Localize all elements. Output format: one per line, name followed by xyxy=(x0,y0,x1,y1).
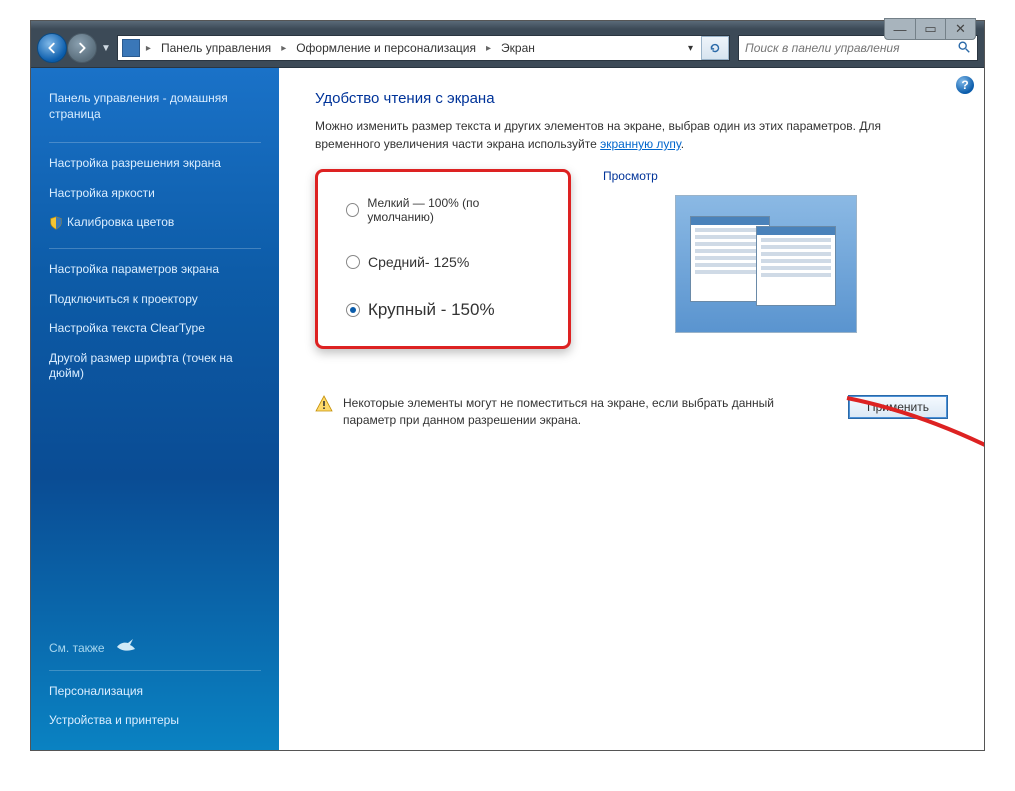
divider xyxy=(49,670,261,671)
sidebar: Панель управления - домашняя страница На… xyxy=(31,68,279,750)
radio-icon[interactable] xyxy=(346,303,360,317)
warning-text: Некоторые элементы могут не поместиться … xyxy=(343,395,838,429)
option-label: Мелкий — 100% (по умолчанию) xyxy=(367,196,540,224)
titlebar[interactable]: — ▭ ✕ xyxy=(31,21,984,29)
sidebar-home-link[interactable]: Панель управления - домашняя страница xyxy=(49,84,261,132)
option-label: Крупный - 150% xyxy=(368,300,495,320)
sidebar-item-projector[interactable]: Подключиться к проектору xyxy=(49,285,261,315)
page-title: Удобство чтения с экрана xyxy=(315,90,948,107)
magnifier-link[interactable]: экранную лупу xyxy=(600,137,681,151)
divider xyxy=(49,142,261,143)
preview-thumbnail xyxy=(675,195,857,333)
nav-history-chevron-icon[interactable]: ▼ xyxy=(97,43,113,54)
minimize-button[interactable]: — xyxy=(885,19,915,39)
window-controls: — ▭ ✕ xyxy=(884,18,976,40)
desc-text-after: . xyxy=(681,137,684,151)
help-icon[interactable]: ? xyxy=(956,76,974,94)
chevron-right-icon[interactable]: ▸ xyxy=(144,43,153,54)
breadcrumb-item[interactable]: Экран xyxy=(495,37,541,59)
sidebar-item-devices-printers[interactable]: Устройства и принтеры xyxy=(49,706,261,736)
nav-back-button[interactable] xyxy=(37,33,67,63)
search-input[interactable] xyxy=(745,41,957,55)
divider xyxy=(49,248,261,249)
sidebar-item-color-calibration[interactable]: Калибровка цветов xyxy=(49,208,261,238)
page-description: Можно изменить размер текста и других эл… xyxy=(315,117,948,153)
sidebar-item-dpi[interactable]: Другой размер шрифта (точек на дюйм) xyxy=(49,344,261,389)
maximize-button[interactable]: ▭ xyxy=(915,19,945,39)
refresh-button[interactable] xyxy=(701,36,729,60)
scale-option-large[interactable]: Крупный - 150% xyxy=(346,294,540,326)
sidebar-item-label: Калибровка цветов xyxy=(67,215,174,229)
scale-options-highlight: Мелкий — 100% (по умолчанию) Средний- 12… xyxy=(315,169,571,349)
chevron-right-icon[interactable]: ▸ xyxy=(484,43,493,54)
sidebar-item-cleartype[interactable]: Настройка текста ClearType xyxy=(49,314,261,344)
search-icon[interactable] xyxy=(957,40,971,57)
sidebar-item-resolution[interactable]: Настройка разрешения экрана xyxy=(49,149,261,179)
breadcrumb-item[interactable]: Панель управления xyxy=(155,37,277,59)
sidebar-item-personalization[interactable]: Персонализация xyxy=(49,677,261,707)
scale-option-medium[interactable]: Средний- 125% xyxy=(346,248,540,294)
nav-forward-button[interactable] xyxy=(67,33,97,63)
warning-icon xyxy=(315,395,333,413)
radio-icon[interactable] xyxy=(346,203,359,217)
see-also-label: См. также xyxy=(49,641,105,655)
breadcrumb-item[interactable]: Оформление и персонализация xyxy=(290,37,482,59)
radio-icon[interactable] xyxy=(346,255,360,269)
sidebar-item-display-settings[interactable]: Настройка параметров экрана xyxy=(49,255,261,285)
sidebar-item-brightness[interactable]: Настройка яркости xyxy=(49,179,261,209)
bird-icon xyxy=(115,637,137,660)
address-dropdown-icon[interactable]: ▾ xyxy=(682,43,699,54)
scale-option-small[interactable]: Мелкий — 100% (по умолчанию) xyxy=(346,190,540,248)
apply-button[interactable]: Применить xyxy=(848,395,948,419)
content-area: ? Удобство чтения с экрана Можно изменит… xyxy=(279,68,984,750)
option-label: Средний- 125% xyxy=(368,254,469,270)
close-button[interactable]: ✕ xyxy=(945,19,975,39)
shield-icon xyxy=(49,216,63,230)
address-bar[interactable]: ▸ Панель управления ▸ Оформление и персо… xyxy=(117,35,730,61)
breadcrumb: ▸ Панель управления ▸ Оформление и персо… xyxy=(144,37,541,59)
control-panel-icon xyxy=(122,39,140,57)
preview-label: Просмотр xyxy=(595,169,948,183)
chevron-right-icon[interactable]: ▸ xyxy=(279,43,288,54)
desc-text: Можно изменить размер текста и других эл… xyxy=(315,119,881,151)
navigation-row: ▼ ▸ Панель управления ▸ Оформление и пер… xyxy=(31,29,984,67)
